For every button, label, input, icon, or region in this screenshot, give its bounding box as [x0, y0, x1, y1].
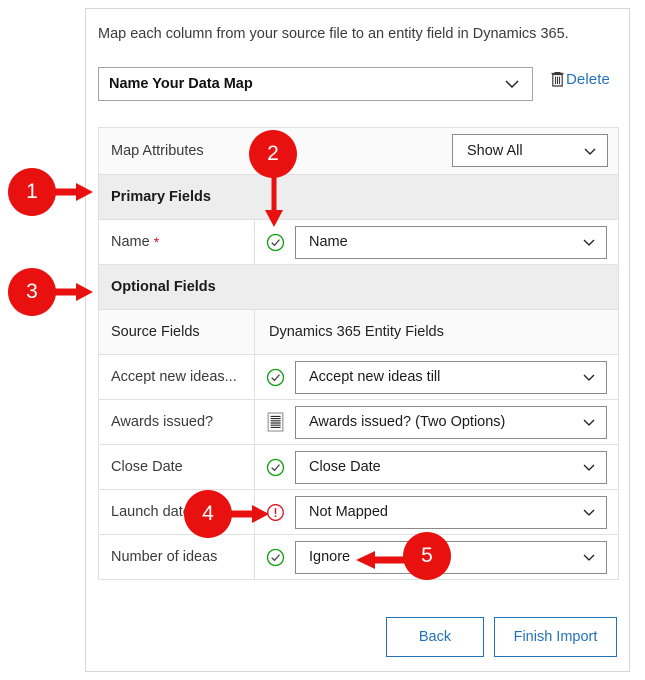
source-field-cell: Accept new ideas...	[99, 355, 255, 399]
show-all-filter-select[interactable]: Show All	[452, 134, 608, 167]
callout-badge-2: 2	[249, 130, 297, 178]
data-map-name-row: Name Your Data Map Delete	[98, 67, 619, 101]
callout-badge-5: 5	[403, 532, 451, 580]
status-cell	[255, 412, 295, 432]
target-field-select[interactable]: Accept new ideas till	[295, 360, 607, 394]
target-field-value: Not Mapped	[309, 504, 388, 520]
target-field-select[interactable]: Awards issued? (Two Options)	[295, 405, 607, 439]
chevron-down-icon	[584, 148, 596, 155]
callout-badge-4: 4	[184, 490, 232, 538]
status-cell	[255, 548, 295, 567]
chevron-down-icon	[583, 374, 595, 381]
status-cell	[255, 233, 295, 252]
data-map-name-select[interactable]: Name Your Data Map	[98, 67, 533, 101]
callout-arrow-2	[265, 172, 283, 227]
source-field-cell: Awards issued?	[99, 400, 255, 444]
target-field-cell: Name	[295, 225, 618, 259]
section-label-primary: Primary Fields	[111, 189, 211, 205]
table-row[interactable]: Accept new ideas... Accept new ideas til…	[99, 355, 618, 400]
show-all-filter-value: Show All	[467, 142, 523, 159]
status-cell	[255, 458, 295, 477]
chevron-down-icon	[583, 554, 595, 561]
table-row[interactable]: Awards issued? Awards issued? (Two Optio…	[99, 400, 618, 445]
data-map-dialog: Map each column from your source file to…	[85, 8, 630, 672]
target-field-select[interactable]: Not Mapped	[295, 495, 607, 529]
back-button[interactable]: Back	[386, 617, 484, 657]
source-field-cell: Close Date	[99, 445, 255, 489]
dialog-instruction-text: Map each column from your source file to…	[98, 26, 569, 42]
target-field-select[interactable]: Close Date	[295, 450, 607, 484]
table-row[interactable]: Name * Name	[99, 220, 618, 265]
column-header-source-fields: Source Fields	[99, 310, 255, 354]
table-row[interactable]: Close Date Close Date	[99, 445, 618, 490]
list-icon	[267, 412, 284, 432]
target-field-value: Ignore	[309, 549, 351, 565]
delete-label: Delete	[566, 71, 610, 88]
target-field-cell: Ignore	[295, 540, 618, 574]
callout-arrow-1	[52, 183, 93, 201]
callout-badge-3: 3	[8, 268, 56, 316]
check-circle-icon	[266, 458, 284, 476]
target-field-cell: Close Date	[295, 450, 618, 484]
section-label-optional: Optional Fields	[111, 279, 216, 295]
finish-import-button[interactable]: Finish Import	[494, 617, 617, 657]
check-circle-icon	[266, 548, 284, 566]
chevron-down-icon	[583, 464, 595, 471]
map-attributes-label: Map Attributes	[111, 143, 204, 159]
target-field-value: Accept new ideas till	[309, 369, 441, 385]
section-header-primary-fields: Primary Fields	[99, 175, 618, 220]
callout-badge-1: 1	[8, 168, 56, 216]
source-field-label: Name	[111, 234, 150, 250]
target-field-select[interactable]: Name	[295, 225, 607, 259]
target-field-value: Name	[309, 234, 348, 250]
section-header-optional-fields: Optional Fields	[99, 265, 618, 310]
status-cell	[255, 368, 295, 387]
target-field-select[interactable]: Ignore	[295, 540, 607, 574]
map-attributes-table: Map Attributes Show All Primary Fields N…	[98, 127, 619, 580]
target-field-value: Close Date	[309, 459, 381, 475]
source-field-cell: Number of ideas	[99, 535, 255, 579]
column-header-target-fields: Dynamics 365 Entity Fields	[269, 324, 444, 340]
table-row[interactable]: Launch date Not Mapped	[99, 490, 618, 535]
dialog-footer: Back Finish Import	[98, 617, 617, 657]
trash-icon	[551, 71, 564, 87]
delete-data-map-button[interactable]: Delete	[550, 71, 610, 88]
data-map-name-value: Name Your Data Map	[109, 76, 253, 92]
chevron-down-icon	[583, 419, 595, 426]
callout-arrow-3	[52, 283, 93, 301]
callout-arrow-4	[228, 505, 269, 523]
source-field-cell: Name *	[99, 220, 255, 264]
check-circle-icon	[266, 368, 284, 386]
target-field-cell: Not Mapped	[295, 495, 618, 529]
chevron-down-icon	[583, 239, 595, 246]
chevron-down-icon	[505, 80, 519, 88]
target-field-cell: Awards issued? (Two Options)	[295, 405, 618, 439]
chevron-down-icon	[583, 509, 595, 516]
target-field-value: Awards issued? (Two Options)	[309, 414, 506, 430]
map-attributes-toolbar-row: Map Attributes Show All	[99, 128, 618, 175]
check-circle-icon	[266, 233, 284, 251]
required-asterisk: *	[153, 234, 160, 250]
table-column-headers: Source Fields Dynamics 365 Entity Fields	[99, 310, 618, 355]
target-field-cell: Accept new ideas till	[295, 360, 618, 394]
